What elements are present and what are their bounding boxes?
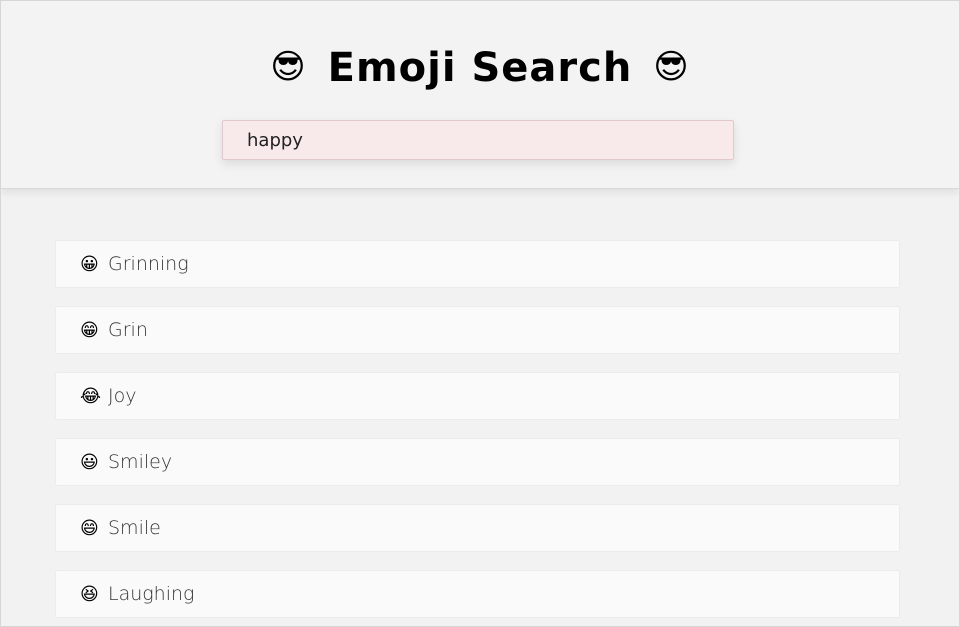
header: 😎 Emoji Search 😎	[1, 1, 959, 189]
list-item-label: Grinning	[108, 253, 189, 275]
list-item[interactable]: 😄 Smile	[55, 504, 900, 552]
emoji-search-page: 😎 Emoji Search 😎 😀 Grinning 😁 Grin 😂 Joy…	[0, 0, 960, 627]
sunglasses-face-icon: 😎	[270, 47, 307, 87]
smile-face-icon: 😄	[80, 517, 99, 539]
list-item-label: Joy	[108, 385, 137, 407]
grin-face-icon: 😁	[80, 319, 99, 341]
list-item-label: Smiley	[108, 451, 173, 473]
title-text: Emoji Search	[327, 45, 633, 91]
grinning-face-icon: 😀	[80, 253, 99, 275]
list-item[interactable]: 😆 Laughing	[55, 570, 900, 618]
laughing-face-icon: 😆	[80, 583, 99, 605]
page-title: 😎 Emoji Search 😎	[1, 41, 959, 94]
search-input[interactable]	[222, 120, 734, 160]
smiley-face-icon: 😃	[80, 451, 99, 473]
list-item[interactable]: 😂 Joy	[55, 372, 900, 420]
list-item[interactable]: 😁 Grin	[55, 306, 900, 354]
joy-face-icon: 😂	[80, 385, 102, 407]
list-item-label: Laughing	[108, 583, 195, 605]
list-item-label: Grin	[108, 319, 148, 341]
sunglasses-face-icon: 😎	[653, 47, 690, 87]
results-list: 😀 Grinning 😁 Grin 😂 Joy 😃 Smiley 😄 Smile…	[55, 240, 900, 626]
list-item-label: Smile	[108, 517, 161, 539]
list-item[interactable]: 😀 Grinning	[55, 240, 900, 288]
list-item[interactable]: 😃 Smiley	[55, 438, 900, 486]
